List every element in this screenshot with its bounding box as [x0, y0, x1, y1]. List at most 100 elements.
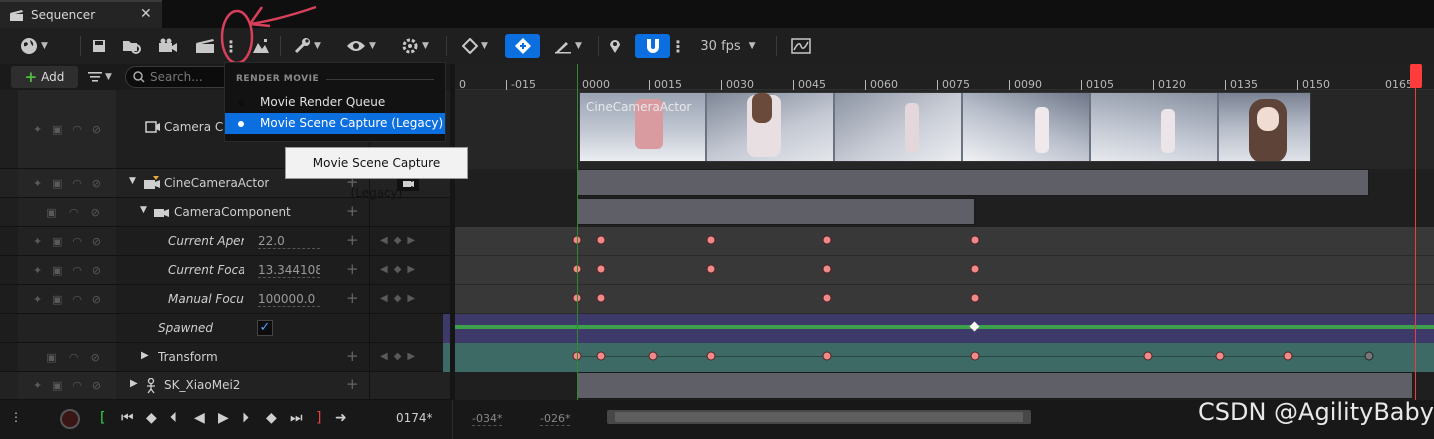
keyframe[interactable]: [970, 293, 980, 303]
marker-button[interactable]: [606, 34, 624, 58]
search-input[interactable]: Search...: [125, 66, 235, 88]
key-navigation[interactable]: ◀◆▶: [380, 351, 421, 362]
lock-icon[interactable]: ▣: [46, 206, 56, 219]
keyframe[interactable]: [970, 264, 980, 274]
track-row-spawned[interactable]: Spawned ✓: [0, 314, 450, 343]
view-options-button[interactable]: ▼: [341, 34, 381, 58]
playhead-handle[interactable]: [1410, 64, 1422, 88]
keyframe[interactable]: [1283, 351, 1293, 361]
snap-button[interactable]: [635, 34, 670, 58]
fps-dropdown[interactable]: 30 fps ▼: [698, 34, 758, 58]
set-start-icon[interactable]: [: [100, 410, 105, 426]
key-interpolation-button[interactable]: ▼: [455, 34, 495, 58]
curve-editor-button[interactable]: [790, 34, 812, 58]
keyframe[interactable]: [596, 293, 606, 303]
current-frame[interactable]: 0174*: [396, 411, 433, 425]
solo-icon[interactable]: ◠: [72, 293, 82, 306]
lock-icon[interactable]: ▣: [52, 293, 62, 306]
keyframe[interactable]: [970, 235, 980, 245]
expand-arrow-icon[interactable]: ▶: [130, 378, 138, 389]
property-value[interactable]: 22.0: [258, 234, 320, 249]
pin-icon[interactable]: ✦: [33, 379, 42, 392]
timeline-area[interactable]: CineCameraActor: [455, 90, 1434, 400]
lock-icon[interactable]: ▣: [52, 235, 62, 248]
keyframe[interactable]: [969, 321, 980, 332]
time-ruler[interactable]: 0 -015 0000 0015 0030 0045 0060 0075 009…: [455, 64, 1434, 90]
track-row-transform[interactable]: ▣ ◠ ⊘ ▶ Transform + ◀◆▶: [0, 343, 450, 372]
add-plus-icon[interactable]: +: [346, 289, 359, 307]
lock-icon[interactable]: ▣: [52, 177, 62, 190]
keyframe[interactable]: [596, 351, 606, 361]
add-plus-icon[interactable]: +: [346, 347, 359, 365]
component-section-bar[interactable]: [577, 198, 975, 225]
solo-icon[interactable]: ◠: [72, 235, 82, 248]
add-plus-icon[interactable]: +: [346, 260, 359, 278]
step-forward-icon[interactable]: ⏵: [242, 410, 249, 426]
add-camera-button[interactable]: [156, 34, 180, 58]
add-plus-icon[interactable]: +: [346, 375, 359, 393]
key-navigation[interactable]: ◀◆▶: [380, 293, 421, 304]
view-end-field[interactable]: -026*: [540, 412, 571, 426]
solo-icon[interactable]: ◠: [72, 123, 82, 136]
menu-item-movie-scene-capture[interactable]: Movie Scene Capture (Legacy): [225, 113, 445, 134]
mute-icon[interactable]: ⊘: [92, 293, 101, 306]
mute-icon[interactable]: ⊘: [92, 177, 101, 190]
keyframe[interactable]: [1215, 351, 1225, 361]
jump-to-start-icon[interactable]: ⏮: [121, 410, 134, 426]
keyframe[interactable]: [822, 264, 832, 274]
keyframe[interactable]: [596, 235, 606, 245]
menu-item-movie-render-queue[interactable]: Movie Render Queue: [225, 92, 445, 113]
auto-key-button[interactable]: [505, 34, 540, 58]
view-start-field[interactable]: -034*: [472, 412, 503, 426]
prev-key-icon[interactable]: ◆: [146, 410, 157, 426]
expand-arrow-icon[interactable]: ▼: [129, 176, 136, 186]
pin-icon[interactable]: ✦: [33, 264, 42, 277]
solo-icon[interactable]: ◠: [69, 206, 79, 219]
save-button[interactable]: [90, 34, 108, 58]
track-row-manual-focus[interactable]: ✦ ▣ ◠ ⊘ Manual Focus 100000.0 + ◀◆▶: [0, 285, 450, 314]
play-reverse-icon[interactable]: ◀: [194, 410, 205, 426]
solo-icon[interactable]: ◠: [72, 177, 82, 190]
render-movie-button[interactable]: [193, 34, 217, 58]
playback-start-marker[interactable]: [577, 64, 578, 400]
lock-icon[interactable]: ▣: [52, 123, 62, 136]
mute-icon[interactable]: ⊘: [92, 235, 101, 248]
keyframe[interactable]: [822, 235, 832, 245]
filter-button[interactable]: ▼: [84, 66, 116, 88]
lock-icon[interactable]: ▣: [52, 264, 62, 277]
playback-settings-button[interactable]: ▼: [395, 34, 435, 58]
lock-icon[interactable]: ▣: [52, 379, 62, 392]
camera-cut-section[interactable]: CineCameraActor: [579, 92, 1311, 162]
keyframe[interactable]: [706, 351, 716, 361]
keyframe[interactable]: [706, 235, 716, 245]
property-value[interactable]: 100000.0: [258, 292, 320, 307]
pin-icon[interactable]: ✦: [33, 123, 42, 136]
solo-icon[interactable]: ◠: [72, 264, 82, 277]
set-end-icon[interactable]: ]: [316, 410, 321, 426]
add-track-button[interactable]: + Add: [11, 66, 78, 88]
keyframe[interactable]: [596, 264, 606, 274]
mute-icon[interactable]: ⊘: [92, 264, 101, 277]
track-row-current-focal[interactable]: ✦ ▣ ◠ ⊘ Current Focal 13.344108 + ◀◆▶: [0, 256, 450, 285]
expand-arrow-icon[interactable]: ▶: [141, 350, 149, 361]
settings-dots-icon[interactable]: ⋮: [10, 410, 22, 424]
track-row-current-aperture[interactable]: ✦ ▣ ◠ ⊘ Current Apert 22.0 + ◀◆▶: [0, 227, 450, 256]
pin-icon[interactable]: ✦: [33, 293, 42, 306]
world-settings-button[interactable]: ▼: [14, 34, 54, 58]
keyframe[interactable]: [1364, 351, 1374, 361]
keyframe[interactable]: [970, 351, 980, 361]
record-button[interactable]: [60, 409, 80, 429]
keyframe[interactable]: [822, 293, 832, 303]
keyframe[interactable]: [822, 351, 832, 361]
keyframe[interactable]: [706, 264, 716, 274]
browse-button[interactable]: [120, 34, 144, 58]
keyframe[interactable]: [1143, 351, 1153, 361]
actor-section-bar[interactable]: [577, 169, 1369, 196]
mute-icon[interactable]: ⊘: [91, 351, 100, 364]
snap-options-icon[interactable]: ⋮: [670, 34, 686, 58]
keyframe[interactable]: [648, 351, 658, 361]
pin-icon[interactable]: ✦: [33, 235, 42, 248]
key-navigation[interactable]: ◀◆▶: [380, 264, 421, 275]
next-key-icon[interactable]: ◆: [266, 410, 277, 426]
solo-icon[interactable]: ◠: [72, 379, 82, 392]
